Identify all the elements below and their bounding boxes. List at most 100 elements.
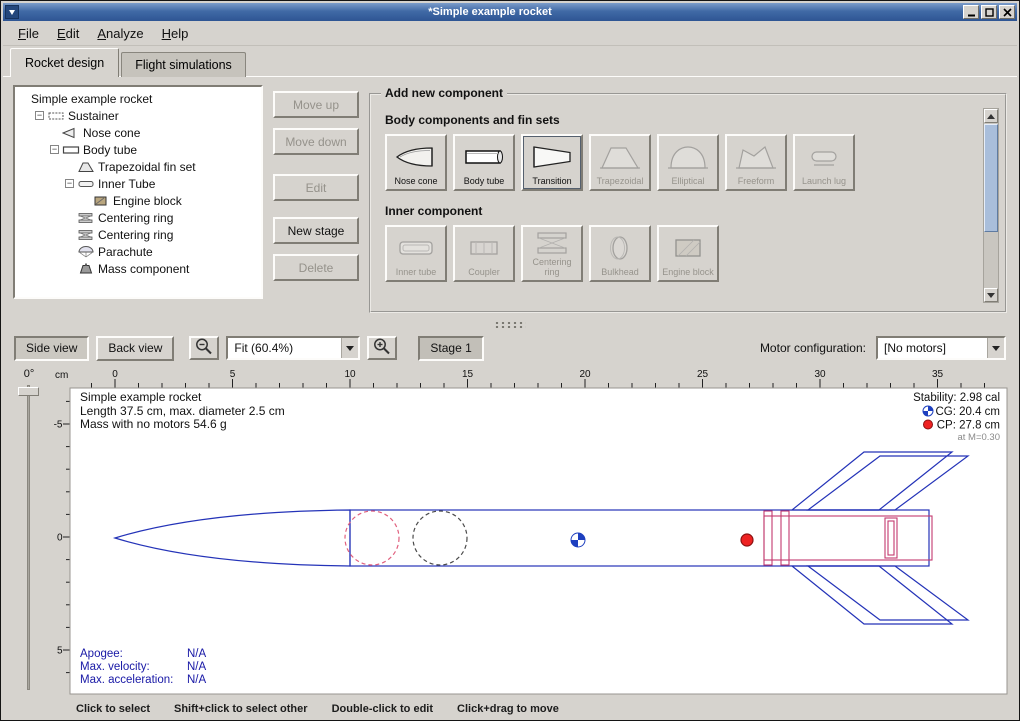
tree-item-engine-block[interactable]: Engine block (15, 192, 261, 209)
side-view-button[interactable]: Side view (14, 336, 89, 361)
hint-shift-click-to-select-other: Shift+click to select other (174, 703, 308, 715)
zoom-out-button[interactable] (189, 336, 219, 360)
component-button-trapezoidal[interactable]: Trapezoidal (589, 134, 651, 191)
tree-item-trapezoidal-fin-set[interactable]: Trapezoidal fin set (15, 158, 261, 175)
component-button-engine-block[interactable]: Engine block (657, 225, 719, 282)
component-button-inner-tube[interactable]: Inner tube (385, 225, 447, 282)
title-bar[interactable]: *Simple example rocket (3, 3, 1017, 21)
component-button-centering-ring[interactable]: Centering ring (521, 225, 583, 282)
menu-edit[interactable]: Edit (48, 24, 88, 43)
tree-item-sustainer[interactable]: −Sustainer (15, 107, 261, 124)
inner-component-label: Inner component (385, 204, 991, 218)
tree-item-label: Simple example rocket (31, 92, 152, 106)
component-button-label: Bulkhead (601, 267, 639, 277)
tree-item-body-tube[interactable]: − Body tube (15, 141, 261, 158)
action-buttons: Move up Move down Edit New stage Delete (273, 85, 359, 313)
svg-text:5: 5 (230, 369, 236, 380)
tab-strip: Rocket design Flight simulations (3, 46, 1017, 76)
cg-value: CG: 20.4 cm (935, 406, 1000, 418)
engine-block-icon (92, 195, 110, 207)
parachute-icon (77, 246, 95, 258)
move-up-button[interactable]: Move up (273, 91, 359, 118)
transition-icon (530, 139, 574, 176)
svg-text:5: 5 (57, 646, 63, 657)
status-hints: Click to select Shift+click to select oth… (6, 700, 1014, 718)
zoom-select[interactable]: Fit (60.4%) (226, 336, 360, 360)
design-top-panel: Simple example rocket−SustainerNose cone… (3, 77, 1017, 319)
rotation-slider[interactable] (17, 385, 41, 690)
tree-item-simple-example-rocket[interactable]: Simple example rocket (15, 90, 261, 107)
component-button-transition[interactable]: Transition (521, 134, 583, 191)
close-button[interactable] (999, 5, 1015, 19)
menu-analyze[interactable]: Analyze (88, 24, 152, 43)
add-component-title: Add new component (381, 86, 507, 100)
maximize-button[interactable] (981, 5, 997, 19)
new-stage-button[interactable]: New stage (273, 217, 359, 244)
splitter-handle[interactable] (3, 319, 1017, 331)
tree-item-nose-cone[interactable]: Nose cone (15, 124, 261, 141)
stage-1-toggle[interactable]: Stage 1 (418, 336, 483, 361)
scroll-up-icon[interactable] (984, 109, 998, 123)
component-button-nose-cone[interactable]: Nose cone (385, 134, 447, 191)
rocket-design-panel: Simple example rocket−SustainerNose cone… (3, 76, 1017, 718)
mass-component-icon (77, 263, 95, 275)
delete-button[interactable]: Delete (273, 254, 359, 281)
application-window: *Simple example rocket FileEditAnalyzeHe… (0, 0, 1020, 721)
max-velocity-label: Max. velocity: (80, 661, 150, 673)
tree-expander-icon[interactable]: − (35, 111, 44, 120)
rocket-design-canvas[interactable]: cm 05101520253035 -505 (52, 365, 1008, 695)
component-button-label: Inner tube (396, 267, 437, 277)
motor-configuration-select[interactable]: [No motors] (876, 336, 1006, 360)
minimize-button[interactable] (963, 5, 979, 19)
engine-block-icon (666, 230, 710, 267)
tree-expander-icon[interactable]: − (50, 145, 59, 154)
svg-text:10: 10 (344, 369, 356, 380)
chevron-down-icon[interactable] (987, 338, 1004, 358)
tab-rocket-design[interactable]: Rocket design (10, 48, 119, 77)
tree-item-centering-ring[interactable]: Centering ring (15, 209, 261, 226)
body-tube-icon (462, 139, 506, 176)
nose-cone-icon (394, 139, 438, 176)
tree-item-mass-component[interactable]: Mass component (15, 260, 261, 277)
tree-item-label: Mass component (98, 262, 189, 276)
move-down-button[interactable]: Move down (273, 128, 359, 155)
slider-thumb[interactable] (18, 387, 39, 396)
rotation-value: 0° (24, 368, 35, 380)
menu-bar: FileEditAnalyzeHelp (3, 21, 1017, 46)
hint-click-drag-to-move: Click+drag to move (457, 703, 559, 715)
slider-track (27, 385, 30, 690)
back-view-button[interactable]: Back view (96, 336, 174, 361)
max-velocity-value: N/A (187, 661, 207, 673)
scrollbar-thumb[interactable] (984, 124, 998, 232)
menu-help[interactable]: Help (153, 24, 198, 43)
scroll-down-icon[interactable] (984, 288, 998, 302)
body-tube-icon (62, 144, 80, 156)
zoom-in-button[interactable] (367, 336, 397, 360)
component-scrollbar[interactable] (983, 108, 999, 303)
component-button-body-tube[interactable]: Body tube (453, 134, 515, 191)
tree-item-inner-tube[interactable]: − Inner Tube (15, 175, 261, 192)
coupler-icon (462, 230, 506, 267)
component-button-freeform[interactable]: Freeform (725, 134, 787, 191)
window-menu-icon[interactable] (5, 5, 19, 19)
hint-click-to-select: Click to select (76, 703, 150, 715)
apogee-value: N/A (187, 648, 207, 660)
menu-file[interactable]: File (9, 24, 48, 43)
component-button-launch-lug[interactable]: Launch lug (793, 134, 855, 191)
stability-value: Stability: 2.98 cal (913, 392, 1000, 404)
tree-item-label: Trapezoidal fin set (98, 160, 196, 174)
freeform-fin-icon (734, 139, 778, 176)
component-button-label: Coupler (468, 267, 500, 277)
component-button-bulkhead[interactable]: Bulkhead (589, 225, 651, 282)
component-button-elliptical[interactable]: Elliptical (657, 134, 719, 191)
tree-item-centering-ring[interactable]: Centering ring (15, 226, 261, 243)
tab-flight-simulations[interactable]: Flight simulations (121, 52, 246, 77)
tree-item-label: Inner Tube (98, 177, 155, 191)
component-button-coupler[interactable]: Coupler (453, 225, 515, 282)
tree-expander-icon[interactable]: − (65, 179, 74, 188)
edit-button[interactable]: Edit (273, 174, 359, 201)
chevron-down-icon[interactable] (341, 338, 358, 358)
tree-item-label: Engine block (113, 194, 182, 208)
tree-item-parachute[interactable]: Parachute (15, 243, 261, 260)
tree-item-label: Body tube (83, 143, 137, 157)
